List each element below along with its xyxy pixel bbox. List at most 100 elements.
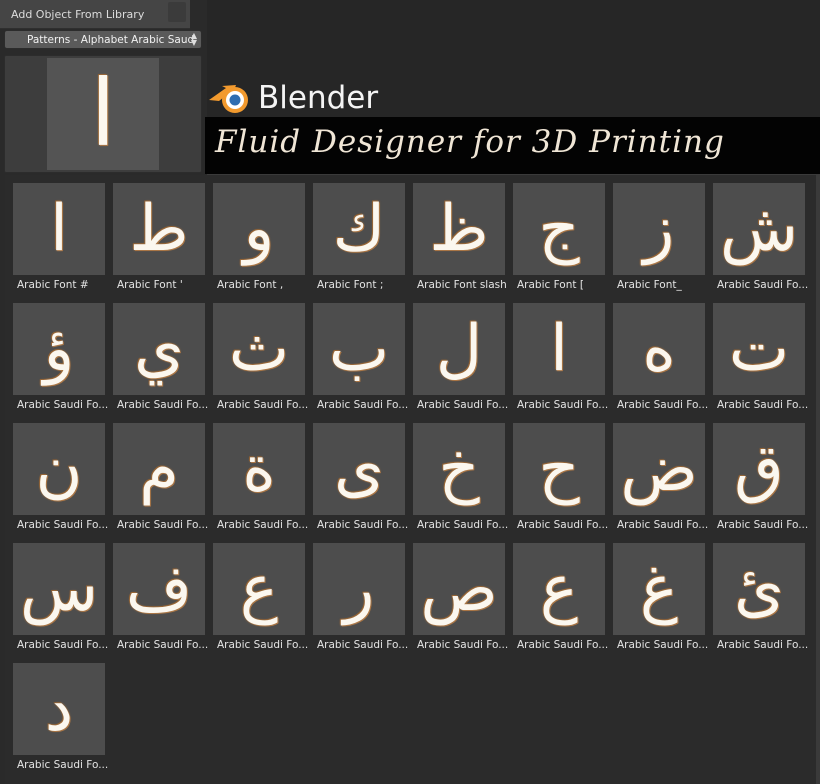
selected-preview[interactable]: ا: [4, 55, 202, 173]
item-label: Arabic Saudi Fo...: [617, 399, 709, 411]
item-label: Arabic Saudi Fo...: [117, 639, 209, 651]
item-label: Arabic Saudi Fo...: [417, 519, 509, 531]
item-glyph: ش: [719, 192, 799, 266]
item-glyph: ض: [620, 432, 698, 506]
library-item[interactable]: ت Arabic Saudi Fo...: [705, 295, 808, 415]
item-thumbnail: ت: [713, 303, 805, 395]
item-glyph: ج: [538, 192, 580, 266]
item-thumbnail: ع: [513, 543, 605, 635]
item-label: Arabic Font ': [117, 279, 183, 291]
item-label: Arabic Saudi Fo...: [17, 519, 109, 531]
library-item[interactable]: ؤ Arabic Saudi Fo...: [5, 295, 108, 415]
item-glyph: ث: [228, 312, 290, 386]
item-glyph: ا: [50, 192, 68, 266]
item-thumbnail: ج: [513, 183, 605, 275]
item-glyph: ي: [133, 312, 185, 386]
library-title: Add Object From Library: [11, 8, 145, 21]
item-label: Arabic Saudi Fo...: [317, 519, 409, 531]
item-label: Arabic Saudi Fo...: [717, 399, 809, 411]
library-item[interactable]: ا Arabic Saudi Fo...: [505, 295, 608, 415]
category-dropdown[interactable]: Patterns - Alphabet Arabic Saud ▲ ▼: [4, 30, 202, 49]
item-glyph: د: [44, 672, 74, 746]
library-item[interactable]: ض Arabic Saudi Fo...: [605, 415, 708, 535]
item-thumbnail: ط: [113, 183, 205, 275]
library-item[interactable]: ج Arabic Font [: [505, 175, 605, 295]
item-thumbnail: ي: [113, 303, 205, 395]
item-thumbnail: ض: [613, 423, 705, 515]
item-glyph: ظ: [429, 192, 489, 266]
item-glyph: ن: [35, 432, 83, 506]
item-thumbnail: ئ: [713, 543, 805, 635]
item-thumbnail: غ: [613, 543, 705, 635]
item-label: Arabic Saudi Fo...: [117, 519, 209, 531]
library-item[interactable]: ه Arabic Saudi Fo...: [605, 295, 708, 415]
item-label: Arabic Saudi Fo...: [617, 639, 709, 651]
library-item[interactable]: ظ Arabic Font slash: [405, 175, 507, 295]
library-item[interactable]: ر Arabic Saudi Fo...: [305, 535, 408, 655]
item-glyph: ع: [539, 552, 579, 626]
library-item[interactable]: ش Arabic Saudi Fo...: [705, 175, 808, 295]
banner-subtitle: Fluid Designer for 3D Printing: [215, 124, 725, 160]
library-item[interactable]: ن Arabic Saudi Fo...: [5, 415, 108, 535]
item-label: Arabic Font #: [17, 279, 89, 291]
item-glyph: ب: [328, 312, 390, 386]
item-label: Arabic Font ,: [217, 279, 284, 291]
item-glyph: ع: [239, 552, 279, 626]
item-glyph: خ: [438, 432, 480, 506]
library-item[interactable]: ى Arabic Saudi Fo...: [305, 415, 408, 535]
library-item[interactable]: و Arabic Font ,: [205, 175, 305, 295]
item-glyph: م: [139, 432, 179, 506]
library-item[interactable]: ل Arabic Saudi Fo...: [405, 295, 508, 415]
category-dropdown-value: Patterns - Alphabet Arabic Saud: [27, 34, 195, 46]
item-label: Arabic Saudi Fo...: [317, 639, 409, 651]
item-thumbnail: ى: [313, 423, 405, 515]
library-item[interactable]: ص Arabic Saudi Fo...: [405, 535, 508, 655]
library-item[interactable]: خ Arabic Saudi Fo...: [405, 415, 508, 535]
library-item[interactable]: د Arabic Saudi Fo...: [5, 655, 108, 775]
item-glyph: ط: [129, 192, 189, 266]
item-label: Arabic Saudi Fo...: [17, 759, 109, 771]
item-label: Arabic Saudi Fo...: [117, 399, 209, 411]
library-item[interactable]: ز Arabic Font_: [605, 175, 705, 295]
item-label: Arabic Saudi Fo...: [717, 279, 809, 291]
library-item[interactable]: ي Arabic Saudi Fo...: [105, 295, 208, 415]
item-label: Arabic Saudi Fo...: [217, 399, 309, 411]
blender-logo-icon: [209, 85, 248, 113]
item-glyph: ؤ: [43, 312, 75, 386]
library-item[interactable]: م Arabic Saudi Fo...: [105, 415, 208, 535]
library-item[interactable]: ا Arabic Font #: [5, 175, 105, 295]
library-item[interactable]: ق Arabic Saudi Fo...: [705, 415, 808, 535]
library-item[interactable]: ف Arabic Saudi Fo...: [105, 535, 208, 655]
item-label: Arabic Saudi Fo...: [517, 399, 609, 411]
item-label: Arabic Saudi Fo...: [17, 639, 109, 651]
item-label: Arabic Font slash: [417, 279, 507, 291]
item-glyph: ر: [343, 552, 375, 626]
library-item[interactable]: ع Arabic Saudi Fo...: [205, 535, 308, 655]
library-item[interactable]: ع Arabic Saudi Fo...: [505, 535, 608, 655]
panel-corner-handle[interactable]: [168, 2, 186, 22]
library-item[interactable]: غ Arabic Saudi Fo...: [605, 535, 708, 655]
item-thumbnail: ز: [613, 183, 705, 275]
library-item[interactable]: س Arabic Saudi Fo...: [5, 535, 108, 655]
item-thumbnail: ا: [13, 183, 105, 275]
item-thumbnail: د: [13, 663, 105, 755]
library-item[interactable]: ط Arabic Font ': [105, 175, 205, 295]
item-glyph: ة: [242, 432, 276, 506]
library-item[interactable]: ك Arabic Font ;: [305, 175, 405, 295]
thumbnail-grid: ا Arabic Font # ط Arabic Font ' و Arabic Font…: [5, 175, 816, 784]
item-glyph: غ: [639, 552, 679, 626]
item-label: Arabic Saudi Fo...: [417, 639, 509, 651]
preview-glyph: ا: [90, 60, 116, 167]
item-thumbnail: ظ: [413, 183, 505, 275]
item-glyph: ز: [643, 192, 675, 266]
library-item[interactable]: ث Arabic Saudi Fo...: [205, 295, 308, 415]
item-glyph: ل: [435, 312, 483, 386]
library-item[interactable]: ب Arabic Saudi Fo...: [305, 295, 408, 415]
item-glyph: ا: [550, 312, 568, 386]
library-item[interactable]: ة Arabic Saudi Fo...: [205, 415, 308, 535]
item-thumbnail: ه: [613, 303, 705, 395]
item-label: Arabic Saudi Fo...: [617, 519, 709, 531]
library-item[interactable]: ئ Arabic Saudi Fo...: [705, 535, 808, 655]
library-item[interactable]: ح Arabic Saudi Fo...: [505, 415, 608, 535]
item-thumbnail: و: [213, 183, 305, 275]
